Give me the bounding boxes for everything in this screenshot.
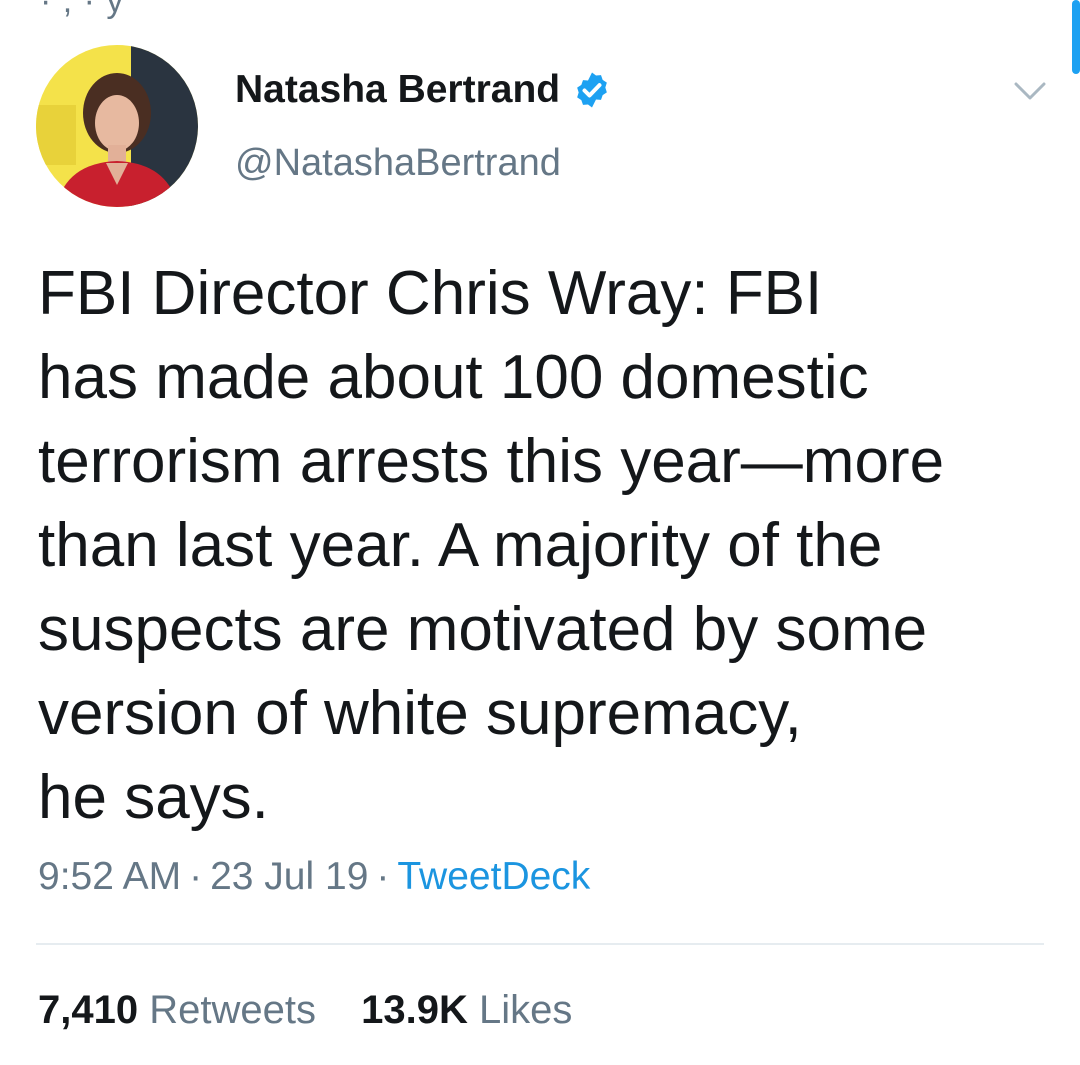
author-handle[interactable]: @NatashaBertrand bbox=[235, 142, 561, 185]
likes-label: Likes bbox=[478, 988, 573, 1032]
tweet-text-line: version of white supremacy, bbox=[38, 679, 802, 748]
tweet-text-line: suspects are motivated by some bbox=[38, 595, 928, 664]
avatar-image bbox=[36, 45, 198, 207]
meta-separator: · bbox=[189, 855, 203, 898]
likes-stat[interactable]: 13.9K Likes bbox=[361, 988, 572, 1033]
tweet-text-line: than last year. A majority of the bbox=[38, 511, 883, 580]
tweet-text: FBI Director Chris Wray: FBI has made ab… bbox=[38, 252, 1038, 840]
likes-count: 13.9K bbox=[361, 988, 468, 1032]
verified-badge-icon bbox=[577, 72, 607, 108]
divider bbox=[36, 943, 1044, 945]
retweets-count: 7,410 bbox=[38, 988, 139, 1032]
previous-tweet-fragment: · , · y bbox=[40, 0, 125, 20]
tweet-text-line: terrorism arrests this year—more bbox=[38, 427, 945, 496]
tweet-stats: 7,410 Retweets 13.9K Likes bbox=[38, 988, 606, 1033]
tweet-time[interactable]: 9:52 AM bbox=[38, 855, 181, 898]
author-name[interactable]: Natasha Bertrand bbox=[235, 68, 612, 112]
tweet-text-line: FBI Director Chris Wray: FBI bbox=[38, 259, 823, 328]
avatar[interactable] bbox=[36, 45, 198, 207]
retweets-label: Retweets bbox=[149, 988, 316, 1032]
chevron-down-icon[interactable] bbox=[1012, 76, 1048, 106]
tweet-text-line: he says. bbox=[38, 763, 269, 832]
tweet-meta: 9:52 AM · 23 Jul 19 · TweetDeck bbox=[38, 855, 590, 899]
retweets-stat[interactable]: 7,410 Retweets bbox=[38, 988, 316, 1033]
tweet-source-link[interactable]: TweetDeck bbox=[397, 855, 590, 898]
author-name-text: Natasha Bertrand bbox=[235, 68, 561, 111]
tweet-date[interactable]: 23 Jul 19 bbox=[210, 855, 368, 898]
tweet-text-line: has made about 100 domestic bbox=[38, 343, 869, 412]
scrollbar[interactable] bbox=[1072, 0, 1080, 74]
meta-separator: · bbox=[376, 855, 390, 898]
